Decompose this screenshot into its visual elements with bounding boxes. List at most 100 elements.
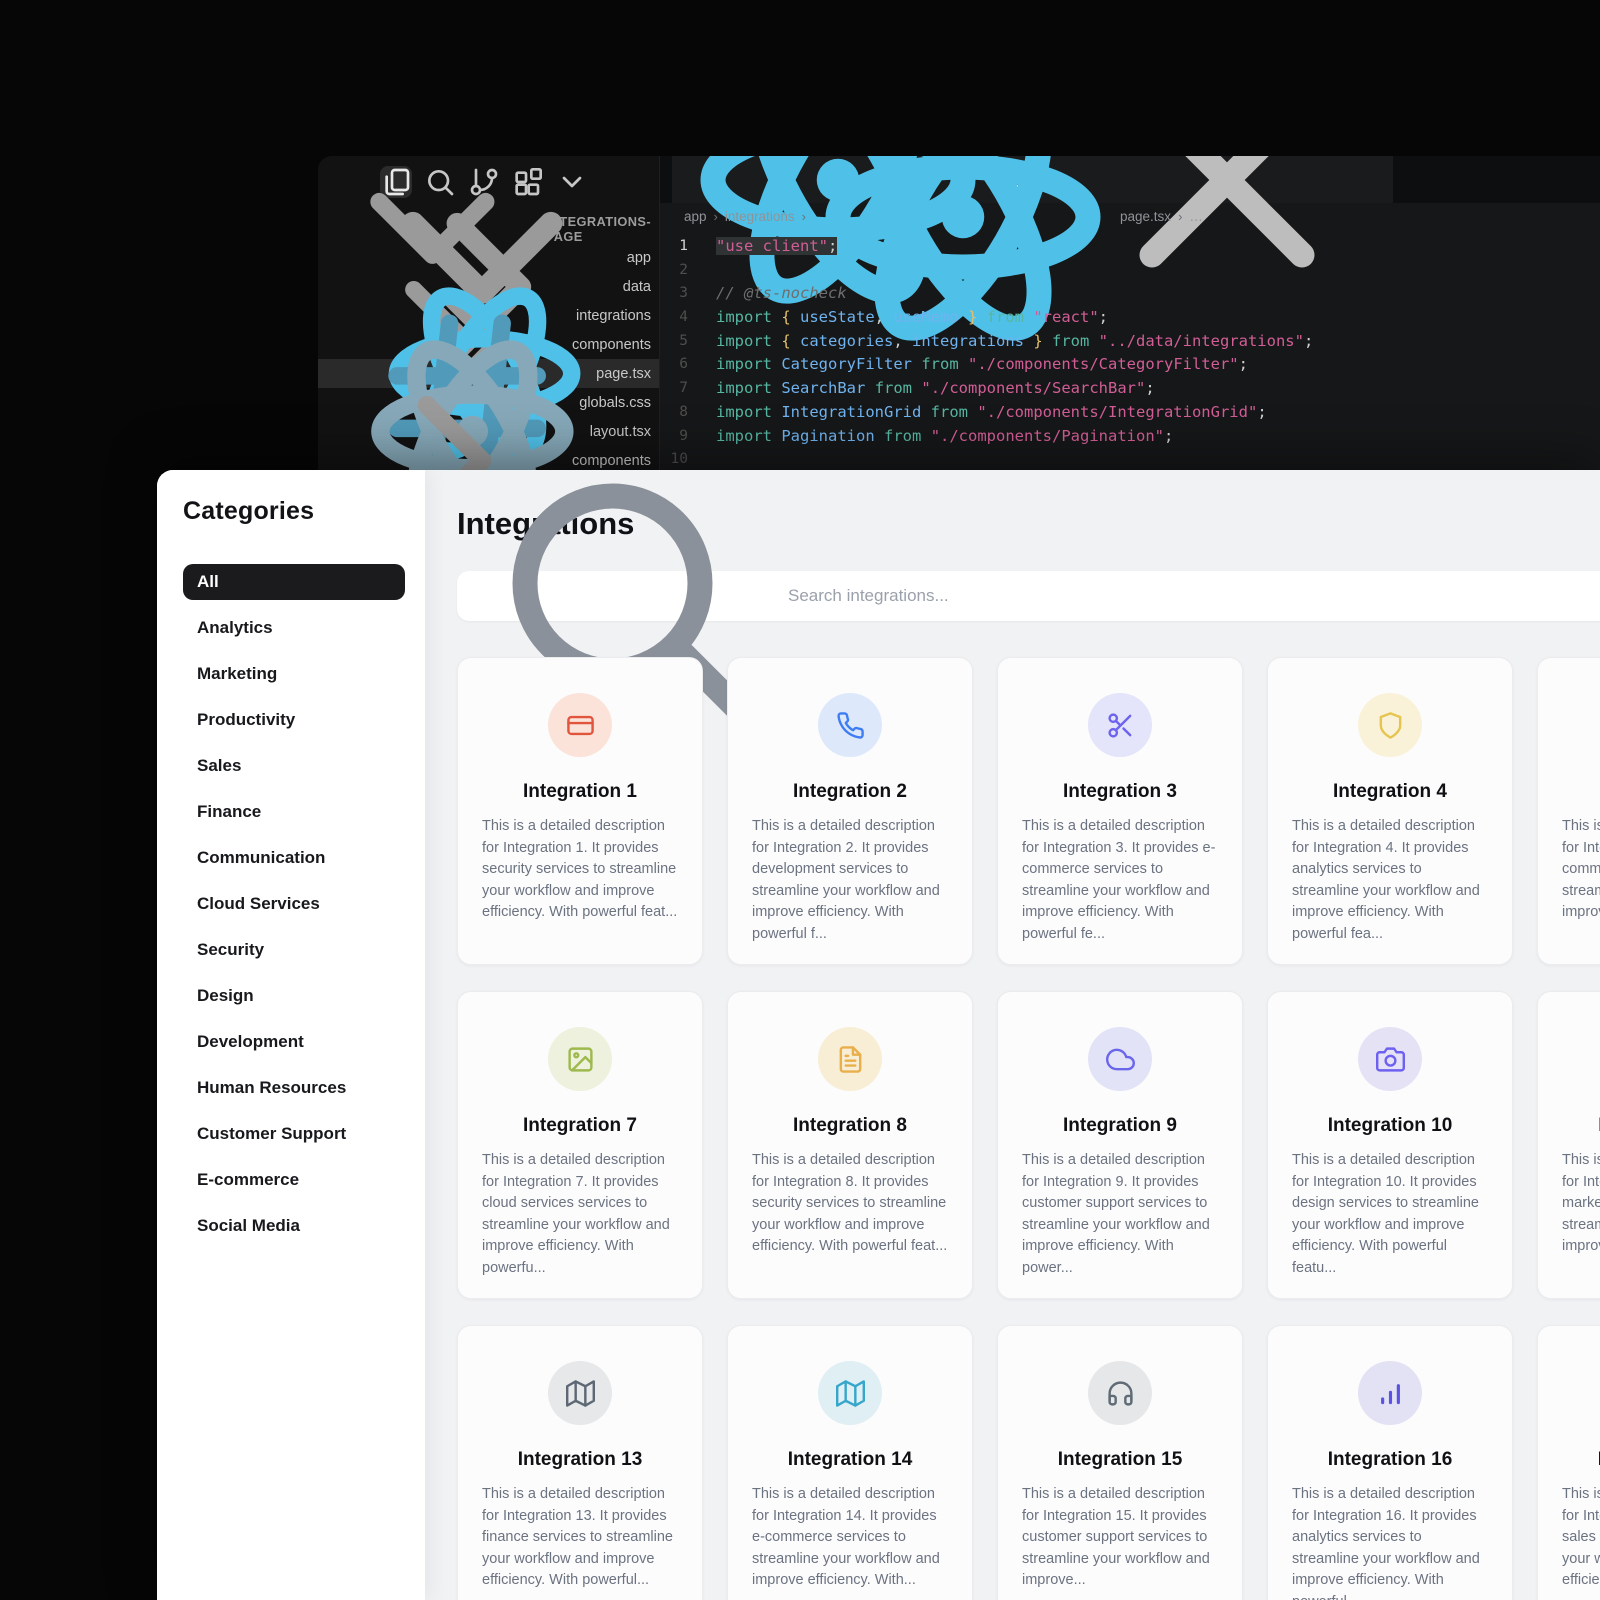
code-line-5: 5import { categories, integrations } fro… [660, 330, 1600, 354]
card-description: This is a detailed description for Integ… [752, 1150, 948, 1258]
integration-card-integration-2[interactable]: Integration 2This is a detailed descript… [727, 657, 973, 965]
integration-card-integration-14[interactable]: Integration 14This is a detailed descrip… [727, 1325, 973, 1600]
card-description: This is a detailed description for Integ… [1292, 1484, 1488, 1600]
category-item-communication[interactable]: Communication [183, 840, 405, 876]
card-icon-circle [818, 693, 882, 757]
tree-item-label: page.tsx [596, 366, 651, 382]
card-description: This is a detailed description for Integ… [1022, 1484, 1218, 1592]
integrations-app-window: Categories All Analytics Marketing Producti… [157, 470, 1600, 1600]
line-number: 2 [660, 259, 716, 283]
category-item-all[interactable]: All [183, 564, 405, 600]
breadcrumb: app›integrations›page.tsx›… [660, 203, 1600, 230]
card-description: This is a detailed description for Integ… [1562, 1484, 1600, 1592]
card-icon-circle [548, 1361, 612, 1425]
card-icon-circle [548, 693, 612, 757]
integration-card-integration-3[interactable]: Integration 3 This is a detailed descript… [997, 657, 1243, 965]
line-number: 9 [660, 425, 716, 449]
card-description: This is a detailed description for Integ… [1562, 1150, 1600, 1258]
card-description: This is a detailed description for Integ… [752, 1484, 948, 1592]
integration-card-integration-1[interactable]: Integration 1This is a detailed descript… [457, 657, 703, 965]
vscode-tab-bar: page.tsx [660, 156, 1600, 203]
card-title: Integration 3 [1022, 781, 1218, 803]
code-text: import IntegrationGrid from "./component… [716, 401, 1267, 425]
map-icon [566, 1379, 595, 1408]
category-item-design[interactable]: Design [183, 978, 405, 1014]
category-item-e-commerce[interactable]: E-commerce [183, 1162, 405, 1198]
code-text: // @ts-nocheck [716, 282, 847, 306]
category-list: All Analytics Marketing Productivity Sales Fi… [183, 564, 405, 1244]
line-number: 4 [660, 306, 716, 330]
integration-card-integration-16[interactable]: Integration 16This is a detailed descrip… [1267, 1325, 1513, 1600]
code-line-4: 4import { useState, useMemo } from "reac… [660, 306, 1600, 330]
code-text: "use client"; [716, 235, 837, 259]
category-item-social-media[interactable]: Social Media [183, 1208, 405, 1244]
category-item-marketing[interactable]: Marketing [183, 656, 405, 692]
code-text: import SearchBar from "./components/Sear… [716, 377, 1155, 401]
category-item-development[interactable]: Development [183, 1024, 405, 1060]
shield-icon [1376, 711, 1405, 740]
integration-card-integration-10[interactable]: Integration 10This is a detailed descrip… [1267, 991, 1513, 1299]
card-title: Integration 5 [1562, 781, 1600, 803]
line-number: 10 [660, 448, 716, 472]
category-item-finance[interactable]: Finance [183, 794, 405, 830]
code-line-1: 1"use client"; [660, 235, 1600, 259]
integration-card-integration-8[interactable]: Integration 8This is a detailed descript… [727, 991, 973, 1299]
breadcrumb-item[interactable]: app [684, 209, 707, 224]
card-title: Integration 15 [1022, 1449, 1218, 1471]
integration-card-integration-7[interactable]: Integration 7This is a detailed descript… [457, 991, 703, 1299]
card-description: This is a detailed description for Integ… [482, 1484, 678, 1592]
phone-icon [836, 711, 865, 740]
card-description: This is a detailed description for Integ… [1022, 816, 1218, 945]
tree-item-label: app [627, 250, 651, 266]
category-item-productivity[interactable]: Productivity [183, 702, 405, 738]
integration-card-integration-9[interactable]: Integration 9This is a detailed descript… [997, 991, 1243, 1299]
integration-card-integration-13[interactable]: Integration 13This is a detailed descrip… [457, 1325, 703, 1600]
category-item-sales[interactable]: Sales [183, 748, 405, 784]
card-icon-circle [1088, 1361, 1152, 1425]
line-number: 1 [660, 235, 716, 259]
card-icon-circle [548, 1027, 612, 1091]
code-line-8: 8import IntegrationGrid from "./componen… [660, 401, 1600, 425]
integration-card-integration-5[interactable]: Integration 5This is a detailed descript… [1537, 657, 1600, 965]
code-text: import Pagination from "./components/Pag… [716, 425, 1173, 449]
category-item-analytics[interactable]: Analytics [183, 610, 405, 646]
category-item-human-resources[interactable]: Human Resources [183, 1070, 405, 1106]
categories-title: Categories [183, 497, 405, 526]
breadcrumb-separator: › [1178, 209, 1182, 224]
camera-icon [1376, 1045, 1405, 1074]
code-line-3: 3// @ts-nocheck [660, 282, 1600, 306]
line-number: 8 [660, 401, 716, 425]
integration-grid: Integration 1This is a detailed descript… [457, 657, 1600, 1600]
image-icon [566, 1045, 595, 1074]
code-line-6: 6import CategoryFilter from "./component… [660, 353, 1600, 377]
card-title: Integration 7 [482, 1115, 678, 1137]
category-item-customer-support[interactable]: Customer Support [183, 1116, 405, 1152]
integration-card-integration-4[interactable]: Integration 4This is a detailed descript… [1267, 657, 1513, 965]
cloud-icon [1106, 1045, 1135, 1074]
code-text: import { useState, useMemo } from "react… [716, 306, 1108, 330]
breadcrumb-item[interactable]: integrations [725, 209, 795, 224]
line-number: 7 [660, 377, 716, 401]
tree-item-label: components [572, 453, 651, 469]
category-item-security[interactable]: Security [183, 932, 405, 968]
category-item-cloud-services[interactable]: Cloud Services [183, 886, 405, 922]
tree-item-label: data [623, 279, 651, 295]
bar-chart-icon [1376, 1379, 1405, 1408]
breadcrumb-separator: › [714, 209, 718, 224]
code-text: import CategoryFilter from "./components… [716, 353, 1248, 377]
breadcrumb-item[interactable]: page.tsx [1120, 209, 1171, 224]
breadcrumb-item[interactable]: … [1189, 209, 1203, 224]
search-bar[interactable] [457, 571, 1600, 621]
card-description: This is a detailed description for Integ… [482, 816, 678, 924]
integration-card-integration-15[interactable]: Integration 15 This is a detailed descrip… [997, 1325, 1243, 1600]
headphones-icon [1106, 1379, 1135, 1408]
integration-card-integration-17[interactable]: Integration 17This is a detailed descrip… [1537, 1325, 1600, 1600]
integration-card-integration-11[interactable]: Integration 11 This is a detailed descrip… [1537, 991, 1600, 1299]
card-title: Integration 11 [1562, 1115, 1600, 1137]
code-line-10: 10 [660, 448, 1600, 472]
card-description: This is a detailed description for Integ… [1292, 816, 1488, 945]
search-input[interactable] [788, 586, 1599, 606]
card-description: This is a detailed description for Integ… [1292, 1150, 1488, 1279]
file-text-icon [836, 1045, 865, 1074]
line-number: 6 [660, 353, 716, 377]
